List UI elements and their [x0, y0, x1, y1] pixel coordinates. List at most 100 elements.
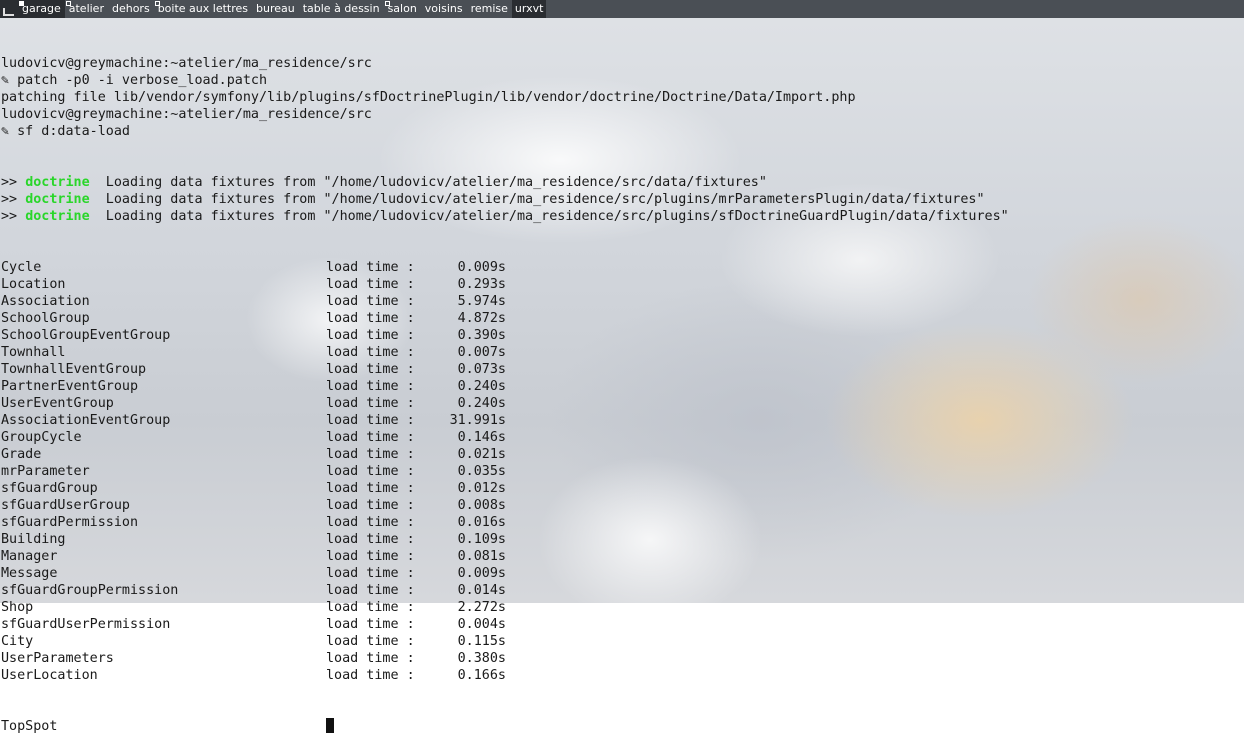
load-time-value: 0.021s [457, 447, 506, 462]
load-time-value: 0.081s [457, 549, 506, 564]
terminal-line: patching file lib/vendor/symfony/lib/plu… [1, 90, 856, 105]
load-time-row: Grade load time : 0.021s [1, 446, 1241, 463]
terminal-output[interactable]: ludovicv@greymachine:~atelier/ma_residen… [1, 21, 1241, 752]
load-time-value: 0.009s [457, 566, 506, 581]
load-time-table: Cycle load time : 0.009s Location load time … [1, 259, 1241, 684]
tag-5[interactable]: table à dessin [299, 0, 384, 18]
model-name: UserParameters [1, 651, 114, 666]
load-time-label: load time : [326, 566, 415, 581]
load-time-value: 0.012s [457, 481, 506, 496]
load-time-value: 0.009s [457, 260, 506, 275]
model-name: TownhallEventGroup [1, 362, 147, 377]
log-message: Loading data fixtures from "/home/ludovi… [89, 209, 1009, 224]
load-time-row: GroupCycle load time : 0.146s [1, 429, 1241, 446]
tag-7[interactable]: voisins [421, 0, 467, 18]
model-name: sfGuardGroup [1, 481, 98, 496]
load-time-label: load time : [326, 447, 415, 462]
load-time-label: load time : [326, 549, 415, 564]
load-time-row: PartnerEventGroup load time : 0.240s [1, 378, 1241, 395]
load-time-value: 2.272s [457, 600, 506, 615]
model-name: sfGuardGroupPermission [1, 583, 179, 598]
load-time-label: load time : [326, 379, 415, 394]
terminal-line: ✎ patch -p0 -i verbose_load.patch [1, 73, 268, 88]
doctrine-keyword: doctrine [25, 209, 90, 224]
load-time-row: SchoolGroup load time : 4.872s [1, 310, 1241, 327]
layout-icon[interactable] [0, 0, 18, 18]
load-time-row: UserLocation load time : 0.166s [1, 667, 1241, 684]
model-name: sfGuardUserPermission [1, 617, 171, 632]
model-name: GroupCycle [1, 430, 82, 445]
load-time-value: 0.115s [457, 634, 506, 649]
load-time-row: SchoolGroupEventGroup load time : 0.390s [1, 327, 1241, 344]
doctrine-line: >> doctrine Loading data fixtures from "… [1, 208, 1241, 225]
terminal-line: ludovicv@greymachine:~atelier/ma_residen… [1, 107, 372, 122]
load-time-label: load time : [326, 634, 415, 649]
model-name: Manager [1, 549, 58, 564]
load-time-label: load time : [326, 498, 415, 513]
load-time-label: load time : [326, 294, 415, 309]
load-time-value: 0.007s [457, 345, 506, 360]
tag-4[interactable]: bureau [252, 0, 299, 18]
model-name: Shop [1, 600, 34, 615]
current-model-name: TopSpot [1, 719, 58, 734]
load-time-value: 0.109s [457, 532, 506, 547]
load-time-label: load time : [326, 345, 415, 360]
doctrine-line: >> doctrine Loading data fixtures from "… [1, 191, 1241, 208]
tag-1[interactable]: atelier [65, 0, 108, 18]
load-time-value: 31.991s [449, 413, 506, 428]
load-time-label: load time : [326, 277, 415, 292]
load-time-value: 0.073s [457, 362, 506, 377]
model-name: UserEventGroup [1, 396, 114, 411]
load-time-value: 0.035s [457, 464, 506, 479]
tag-0[interactable]: garage [18, 0, 65, 18]
log-prefix: >> [1, 175, 26, 190]
load-time-row: sfGuardGroupPermission load time : 0.014s [1, 582, 1241, 599]
command-history: ludovicv@greymachine:~atelier/ma_residen… [1, 55, 1241, 140]
model-name: sfGuardPermission [1, 515, 139, 530]
load-time-row: Manager load time : 0.081s [1, 548, 1241, 565]
model-name: sfGuardUserGroup [1, 498, 130, 513]
load-time-row: sfGuardUserPermission load time : 0.004s [1, 616, 1241, 633]
model-name: Cycle [1, 260, 42, 275]
load-time-row: sfGuardUserGroup load time : 0.008s [1, 497, 1241, 514]
load-time-row: Message load time : 0.009s [1, 565, 1241, 582]
load-time-value: 0.146s [457, 430, 506, 445]
log-message: Loading data fixtures from "/home/ludovi… [89, 175, 767, 190]
load-time-label: load time : [326, 481, 415, 496]
log-prefix: >> [1, 192, 26, 207]
tag-8[interactable]: remise [467, 0, 512, 18]
load-time-value: 0.390s [457, 328, 506, 343]
window-title: urxvt [511, 0, 547, 18]
load-time-value: 0.240s [457, 379, 506, 394]
model-name: mrParameter [1, 464, 90, 479]
load-time-value: 0.004s [457, 617, 506, 632]
load-time-row: AssociationEventGroup load time : 31.991s [1, 412, 1241, 429]
model-name: Townhall [1, 345, 66, 360]
load-time-label: load time : [326, 515, 415, 530]
load-time-row: UserParameters load time : 0.380s [1, 650, 1241, 667]
load-time-label: load time : [326, 583, 415, 598]
model-name: PartnerEventGroup [1, 379, 139, 394]
model-name: Grade [1, 447, 42, 462]
load-time-value: 4.872s [457, 311, 506, 326]
load-time-row: Association load time : 5.974s [1, 293, 1241, 310]
model-name: UserLocation [1, 668, 98, 683]
model-name: SchoolGroupEventGroup [1, 328, 171, 343]
model-name: Message [1, 566, 58, 581]
tag-bar: garage atelier dehors boite aux lettres bure… [0, 0, 1244, 18]
model-name: AssociationEventGroup [1, 413, 171, 428]
load-time-row: Building load time : 0.109s [1, 531, 1241, 548]
load-time-label: load time : [326, 651, 415, 666]
load-time-label: load time : [326, 396, 415, 411]
model-name: Location [1, 277, 66, 292]
load-time-row: Cycle load time : 0.009s [1, 259, 1241, 276]
tag-6[interactable]: salon [384, 0, 421, 18]
tag-3[interactable]: boite aux lettres [154, 0, 252, 18]
load-time-row: sfGuardGroup load time : 0.012s [1, 480, 1241, 497]
doctrine-keyword: doctrine [25, 175, 90, 190]
load-time-label: load time : [326, 464, 415, 479]
tag-2[interactable]: dehors [108, 0, 154, 18]
load-time-value: 0.014s [457, 583, 506, 598]
load-time-value: 0.293s [457, 277, 506, 292]
load-time-label: load time : [326, 328, 415, 343]
